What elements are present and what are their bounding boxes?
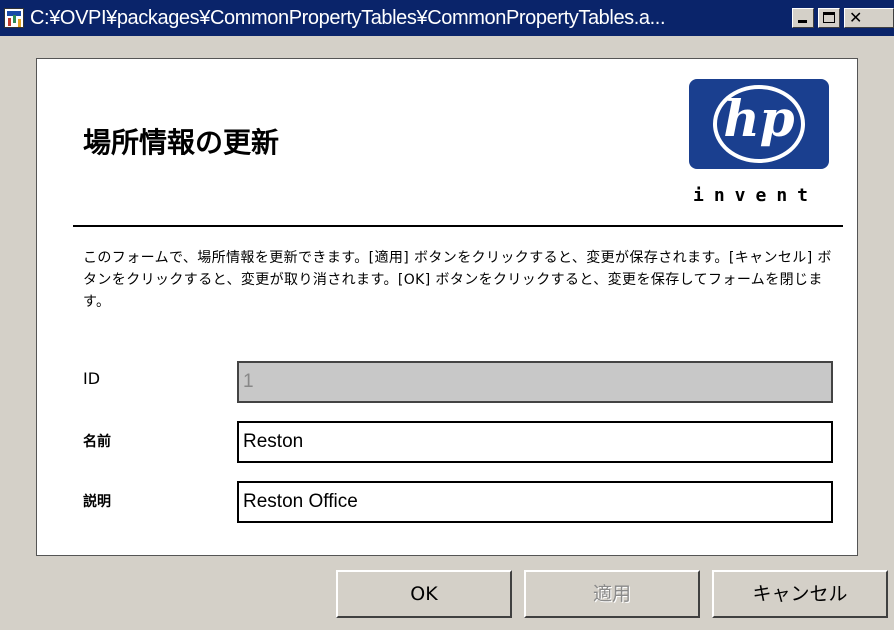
description-field[interactable] bbox=[237, 481, 833, 523]
id-field bbox=[237, 361, 833, 403]
logo-text: hp bbox=[723, 89, 795, 148]
form-panel: 場所情報の更新 hp invent このフォームで、場所情報を更新できます。[適… bbox=[36, 58, 858, 556]
description-text: このフォームで、場所情報を更新できます。[適用] ボタンをクリックすると、変更が… bbox=[83, 250, 832, 310]
description-label: 説明 bbox=[83, 494, 111, 510]
apply-button[interactable]: 適用 bbox=[524, 570, 700, 618]
app-icon[interactable] bbox=[4, 8, 24, 28]
name-label: 名前 bbox=[83, 434, 111, 450]
ok-button[interactable]: OK bbox=[336, 570, 512, 618]
name-field[interactable] bbox=[237, 421, 833, 463]
page-title: 場所情報の更新 bbox=[83, 126, 280, 159]
divider bbox=[73, 225, 843, 227]
window-title: C:¥OVPI¥packages¥CommonPropertyTables¥Co… bbox=[30, 7, 666, 29]
hp-logo: hp bbox=[689, 79, 829, 169]
logo-tagline: invent bbox=[693, 185, 819, 206]
cancel-button[interactable]: キャンセル bbox=[712, 570, 888, 618]
maximize-button[interactable] bbox=[818, 8, 840, 28]
minimize-button[interactable] bbox=[792, 8, 814, 28]
title-bar[interactable]: C:¥OVPI¥packages¥CommonPropertyTables¥Co… bbox=[0, 0, 894, 36]
close-button[interactable] bbox=[844, 8, 894, 28]
id-label: ID bbox=[83, 369, 101, 388]
